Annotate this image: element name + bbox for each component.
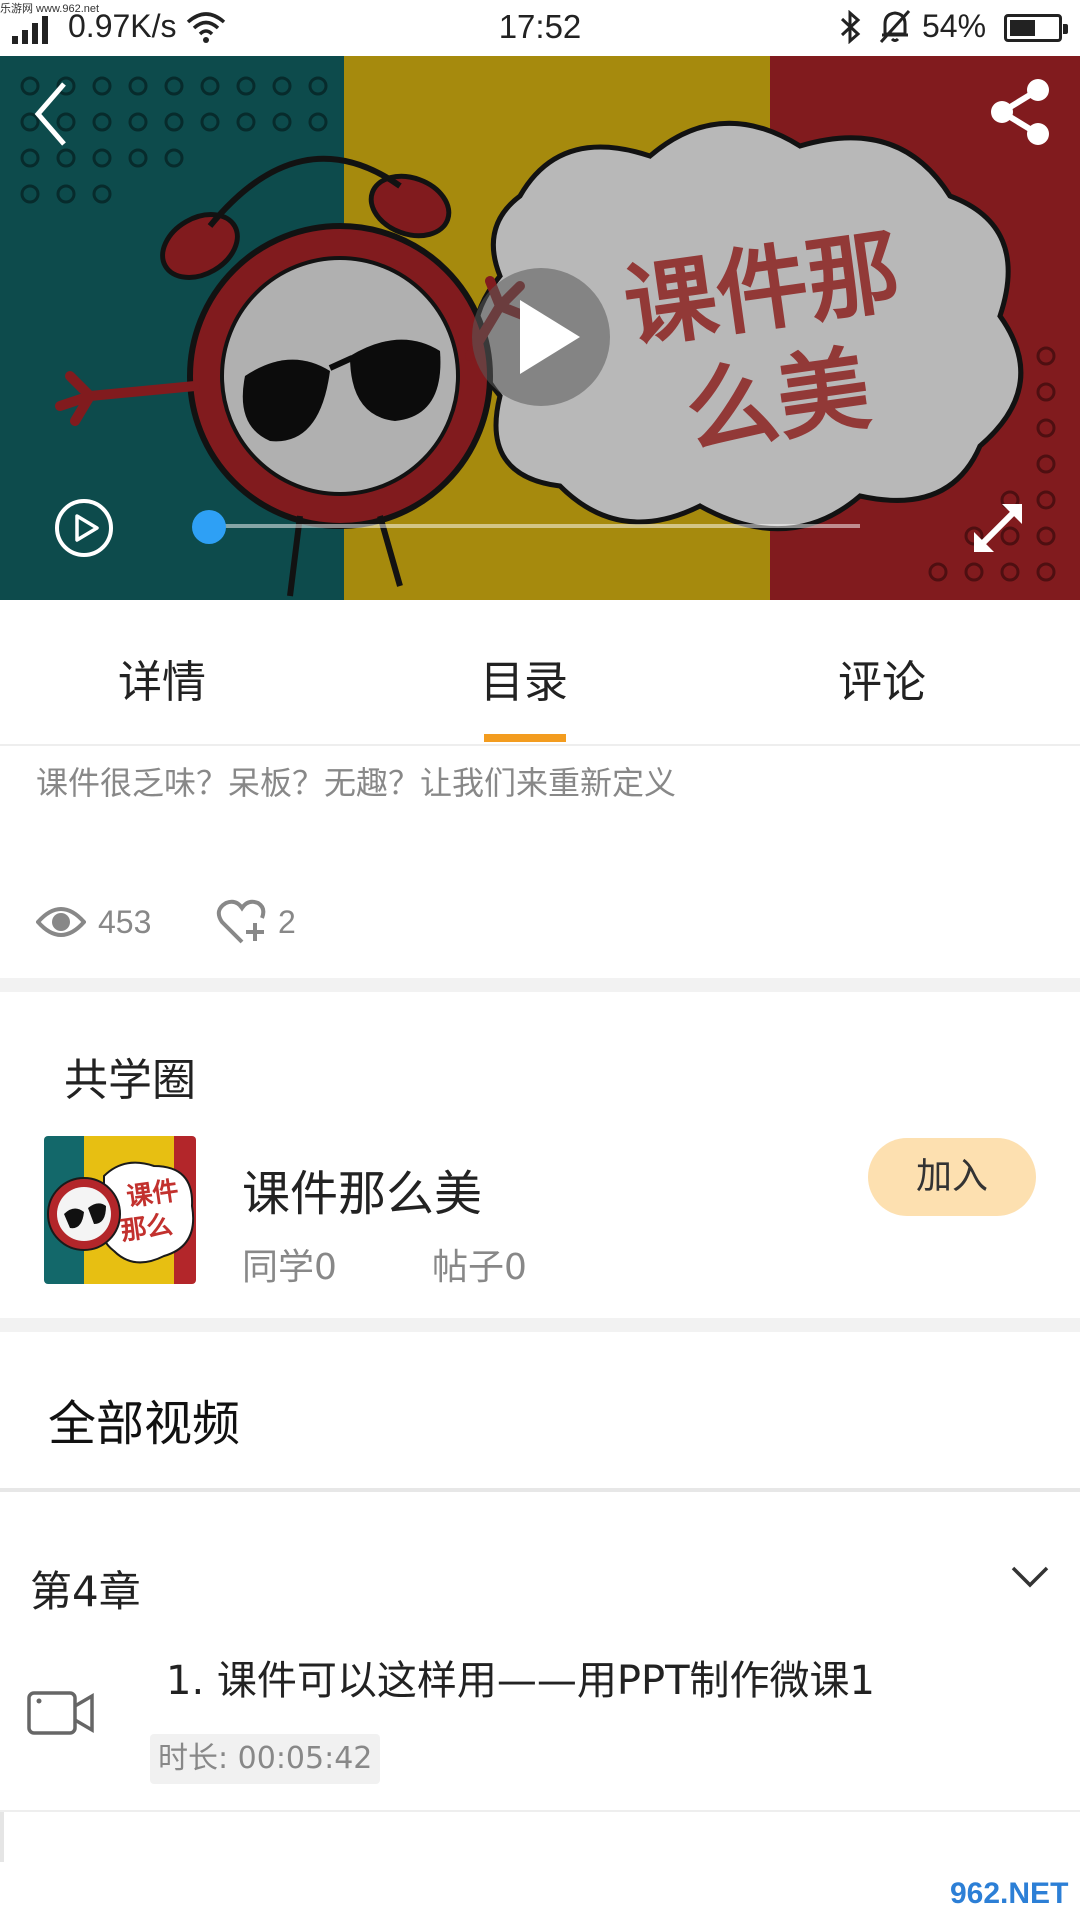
status-bar: 乐游网 www.962.net 0.97K/s 17:52 54%	[0, 0, 1080, 56]
course-stats: 453 2	[36, 898, 636, 948]
bluetooth-icon	[840, 10, 861, 44]
play-icon	[520, 300, 580, 374]
circle-posts-count: 帖子0	[432, 1247, 527, 1288]
all-videos-title: 全部视频	[48, 1396, 241, 1452]
circle-name[interactable]: 课件那么美	[242, 1154, 482, 1224]
tab-details[interactable]: 详情	[118, 646, 206, 710]
list-divider	[0, 1810, 1080, 1812]
circle-avatar[interactable]: 课件 那么	[44, 1136, 196, 1284]
bell-muted-icon	[879, 9, 911, 44]
chevron-down-icon[interactable]	[1010, 1562, 1050, 1592]
section-divider	[0, 1488, 1080, 1492]
clock: 17:52	[498, 8, 582, 45]
video-player[interactable]: 课件那么美	[0, 56, 1080, 600]
section-divider	[0, 978, 1080, 992]
fullscreen-icon[interactable]	[966, 496, 1030, 560]
play-circle-icon[interactable]	[52, 496, 116, 560]
eye-icon	[36, 907, 86, 937]
progress-track[interactable]	[208, 524, 860, 528]
video-camera-icon	[27, 1691, 94, 1735]
like-count: 2	[278, 904, 296, 940]
chapter-title[interactable]: 第4章	[30, 1558, 141, 1619]
circle-stats: 同学0 帖子0	[242, 1238, 527, 1290]
tab-active-indicator	[484, 734, 566, 742]
view-count: 453	[98, 904, 152, 940]
battery-icon	[1004, 14, 1068, 42]
share-icon[interactable]	[986, 76, 1056, 146]
section-divider	[0, 1318, 1080, 1332]
battery-percent: 54%	[922, 8, 987, 44]
watermark-logo: 962.NET	[940, 1872, 1076, 1916]
join-button[interactable]: 加入	[868, 1138, 1036, 1216]
back-icon[interactable]	[20, 76, 90, 146]
course-description: 课件很乏味？呆板？无趣？让我们来重新定义	[36, 764, 677, 802]
list-edge	[0, 1812, 4, 1862]
circle-section-title: 共学圈	[64, 1055, 196, 1106]
lesson-duration: 时长: 00:05:42	[150, 1734, 381, 1784]
lesson-title[interactable]: 1. 课件可以这样用——用PPT制作微课1	[166, 1648, 875, 1706]
heart-plus-icon[interactable]	[216, 898, 268, 946]
play-button[interactable]	[472, 268, 610, 406]
circle-avatar-art: 课件 那么	[44, 1136, 196, 1284]
circle-mates-count: 同学0	[242, 1247, 337, 1288]
progress-knob[interactable]	[192, 510, 226, 544]
tab-bar: 详情 目录 评论	[0, 600, 1080, 746]
tab-catalog[interactable]: 目录	[480, 646, 568, 710]
tab-comments[interactable]: 评论	[838, 646, 926, 710]
